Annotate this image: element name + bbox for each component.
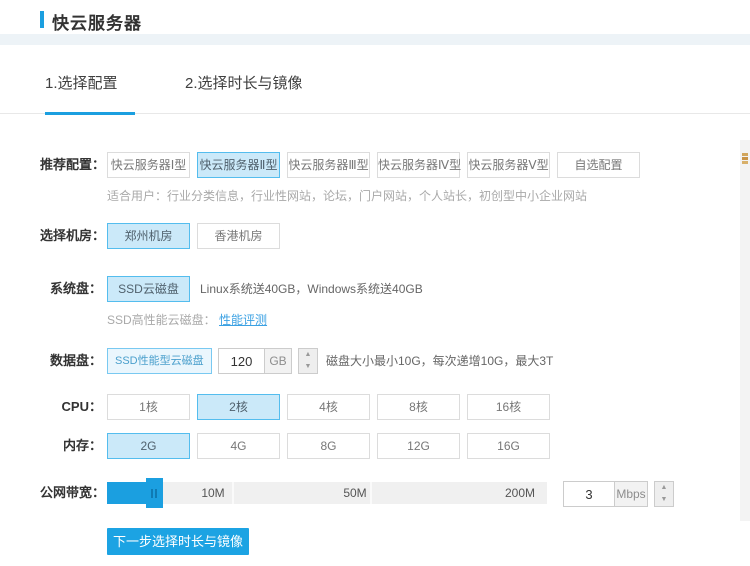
right-edge-panel[interactable] xyxy=(740,140,750,521)
ssd-helper-prefix: SSD高性能云磁盘： xyxy=(107,313,216,327)
cpu-label: CPU： xyxy=(40,394,102,420)
row-system-disk: 系统盘： SSD云磁盘 Linux系统送40GB，Windows系统送40GB xyxy=(40,276,720,302)
bandwidth-slider-track[interactable]: 10M 50M 200M xyxy=(107,482,547,504)
row-datacenter: 选择机房： 郑州机房香港机房 xyxy=(40,223,720,249)
slider-separator xyxy=(232,482,234,504)
active-tab-underline xyxy=(45,112,135,115)
bandwidth-value-group: Mbps xyxy=(563,481,648,507)
option-button[interactable]: 16核 xyxy=(467,394,550,420)
datacenter-options: 郑州机房香港机房 xyxy=(107,223,280,249)
option-button[interactable]: 16G xyxy=(467,433,550,459)
option-button[interactable]: 8核 xyxy=(377,394,460,420)
data-disk-size-group: GB xyxy=(218,348,292,374)
option-button[interactable]: 4核 xyxy=(287,394,370,420)
data-disk-note: 磁盘大小最小10G，每次递增10G，最大3T xyxy=(326,348,553,374)
option-button[interactable]: 快云服务器Ⅱ型 xyxy=(197,152,280,178)
option-button[interactable]: 1核 xyxy=(107,394,190,420)
slider-mark-10m: 10M xyxy=(201,482,224,504)
tab-select-config[interactable]: 1.选择配置 xyxy=(45,72,135,114)
title-accent-bar xyxy=(40,11,44,28)
data-disk-unit-label: GB xyxy=(264,349,291,373)
slider-mark-200m: 200M xyxy=(505,482,535,504)
option-button[interactable]: 郑州机房 xyxy=(107,223,190,249)
option-button[interactable]: SSD云磁盘 xyxy=(107,276,190,302)
tab-select-duration-image[interactable]: 2.选择时长与镜像 xyxy=(185,72,305,114)
option-button[interactable]: 8G xyxy=(287,433,370,459)
handle-grip-line xyxy=(151,489,153,498)
step-tabs: 1.选择配置 2.选择时长与镜像 xyxy=(0,72,750,114)
row-bandwidth: 公网带宽： 10M 50M 200M Mbps ▲ ▼ xyxy=(40,481,720,511)
header-divider-band xyxy=(0,34,750,45)
option-button[interactable]: 快云服务器Ⅳ型 xyxy=(377,152,460,178)
system-disk-options: SSD云磁盘 xyxy=(107,276,190,302)
stepper-down-icon[interactable]: ▼ xyxy=(655,494,673,506)
data-disk-size-stepper: ▲ ▼ xyxy=(298,348,318,374)
data-disk-options: SSD性能型云磁盘 xyxy=(107,348,212,374)
tab-label: 1.选择配置 xyxy=(45,75,118,92)
bandwidth-stepper: ▲ ▼ xyxy=(654,481,674,507)
row-cpu: CPU： 1核 2核 4核 8核 16核 xyxy=(40,394,720,420)
bandwidth-unit-label: Mbps xyxy=(614,482,647,506)
page-title: 快云服务器 xyxy=(52,9,142,34)
option-button[interactable]: SSD性能型云磁盘 xyxy=(107,348,212,374)
server-config-page: 快云服务器 1.选择配置 2.选择时长与镜像 推荐配置： 快云服务器Ⅰ型快云服务… xyxy=(0,0,750,566)
row-recommend-config: 推荐配置： 快云服务器Ⅰ型快云服务器Ⅱ型快云服务器Ⅲ型快云服务器Ⅳ型快云服务器Ⅴ… xyxy=(40,152,720,178)
option-button[interactable]: 12G xyxy=(377,433,460,459)
stepper-up-icon[interactable]: ▲ xyxy=(299,349,317,361)
bandwidth-slider-handle[interactable] xyxy=(146,478,163,508)
option-button[interactable]: 快云服务器Ⅲ型 xyxy=(287,152,370,178)
option-button[interactable]: 2G xyxy=(107,433,190,459)
slider-separator xyxy=(370,482,372,504)
option-button[interactable]: 快云服务器Ⅴ型 xyxy=(467,152,550,178)
bandwidth-label: 公网带宽： xyxy=(40,481,102,505)
data-disk-size-input[interactable] xyxy=(219,349,264,373)
option-button[interactable]: 4G xyxy=(197,433,280,459)
tab-label: 2.选择时长与镜像 xyxy=(185,75,303,92)
next-step-button[interactable]: 下一步选择时长与镜像 xyxy=(107,528,249,555)
stepper-up-icon[interactable]: ▲ xyxy=(655,482,673,494)
system-disk-label: 系统盘： xyxy=(40,276,102,302)
feedback-widget-icon xyxy=(742,153,748,169)
slider-mark-50m: 50M xyxy=(343,482,366,504)
memory-options: 2G 4G 8G 12G 16G xyxy=(107,433,550,459)
recommend-helper-text: 适合用户：行业分类信息，行业性网站，论坛，门户网站，个人站长，初创型中小企业网站 xyxy=(107,187,587,204)
recommend-config-options: 快云服务器Ⅰ型快云服务器Ⅱ型快云服务器Ⅲ型快云服务器Ⅳ型快云服务器Ⅴ型自选配置 xyxy=(107,152,640,178)
datacenter-label: 选择机房： xyxy=(40,223,102,249)
data-disk-label: 数据盘： xyxy=(40,348,102,374)
stepper-down-icon[interactable]: ▼ xyxy=(299,361,317,373)
row-data-disk: 数据盘： SSD性能型云磁盘 GB ▲ ▼ 磁盘大小最小10G，每次递增10G，… xyxy=(40,348,720,374)
cpu-options: 1核 2核 4核 8核 16核 xyxy=(107,394,550,420)
performance-test-link[interactable]: 性能评测 xyxy=(219,313,267,327)
recommend-config-label: 推荐配置： xyxy=(40,152,102,178)
option-button[interactable]: 自选配置 xyxy=(557,152,640,178)
handle-grip-line xyxy=(155,489,157,498)
option-button[interactable]: 2核 xyxy=(197,394,280,420)
system-disk-note: Linux系统送40GB，Windows系统送40GB xyxy=(200,276,423,302)
page-header: 快云服务器 xyxy=(0,0,750,34)
row-memory: 内存： 2G 4G 8G 12G 16G xyxy=(40,433,720,459)
bandwidth-value-input[interactable] xyxy=(564,482,614,506)
option-button[interactable]: 香港机房 xyxy=(197,223,280,249)
memory-label: 内存： xyxy=(40,433,102,459)
system-disk-helper: SSD高性能云磁盘： 性能评测 xyxy=(107,311,267,328)
option-button[interactable]: 快云服务器Ⅰ型 xyxy=(107,152,190,178)
